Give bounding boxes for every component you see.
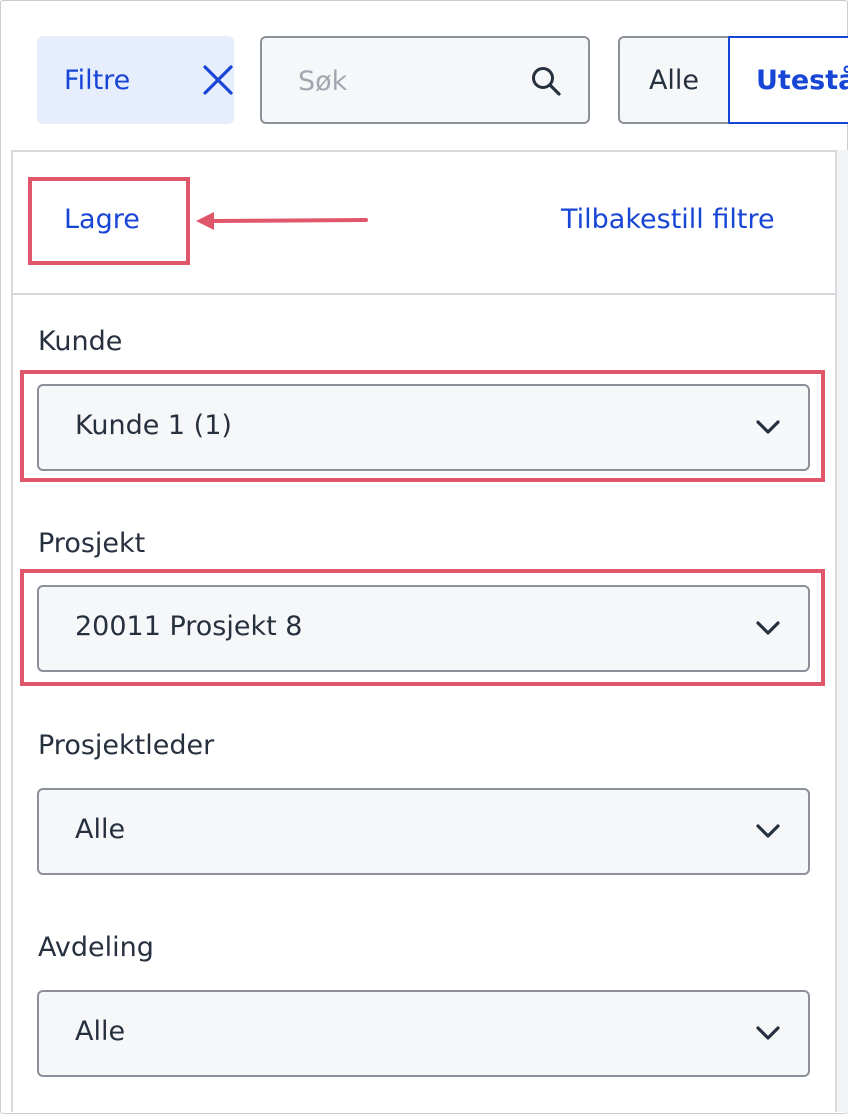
save-filters-button[interactable]: Lagre — [64, 204, 140, 235]
department-select[interactable]: Alle — [37, 990, 810, 1077]
reset-filters-button[interactable]: Tilbakestill filtre — [561, 204, 775, 235]
customer-select-value: Kunde 1 (1) — [75, 410, 232, 441]
department-label: Avdeling — [38, 932, 154, 963]
close-icon[interactable] — [202, 64, 234, 96]
project-label: Prosjekt — [38, 528, 146, 559]
project-select[interactable]: 20011 Prosjekt 8 — [37, 585, 810, 672]
filter-toggle-label: Filtre — [64, 64, 131, 96]
project-manager-select[interactable]: Alle — [37, 788, 810, 875]
project-select-value: 20011 Prosjekt 8 — [75, 611, 303, 642]
scrollbar-track[interactable] — [837, 150, 848, 1112]
search-input[interactable] — [296, 58, 510, 104]
arrow-left-icon — [196, 212, 368, 230]
project-manager-label: Prosjektleder — [38, 730, 215, 761]
segment-alle[interactable]: Alle — [618, 36, 728, 124]
customer-label: Kunde — [38, 326, 123, 357]
department-select-value: Alle — [75, 1016, 126, 1047]
project-manager-select-value: Alle — [75, 814, 126, 845]
segment-utestaende[interactable]: Utestå — [728, 36, 848, 124]
panel-divider — [11, 293, 837, 295]
customer-select[interactable]: Kunde 1 (1) — [37, 384, 810, 471]
chevron-down-icon — [756, 420, 780, 434]
filter-toggle-button[interactable]: Filtre — [37, 36, 234, 124]
chevron-down-icon — [756, 1026, 780, 1040]
chevron-down-icon — [756, 621, 780, 635]
chevron-down-icon — [756, 824, 780, 838]
search-icon[interactable] — [530, 65, 562, 97]
status-segmented-control: Alle Utestå — [618, 36, 848, 124]
search-box — [260, 36, 590, 124]
